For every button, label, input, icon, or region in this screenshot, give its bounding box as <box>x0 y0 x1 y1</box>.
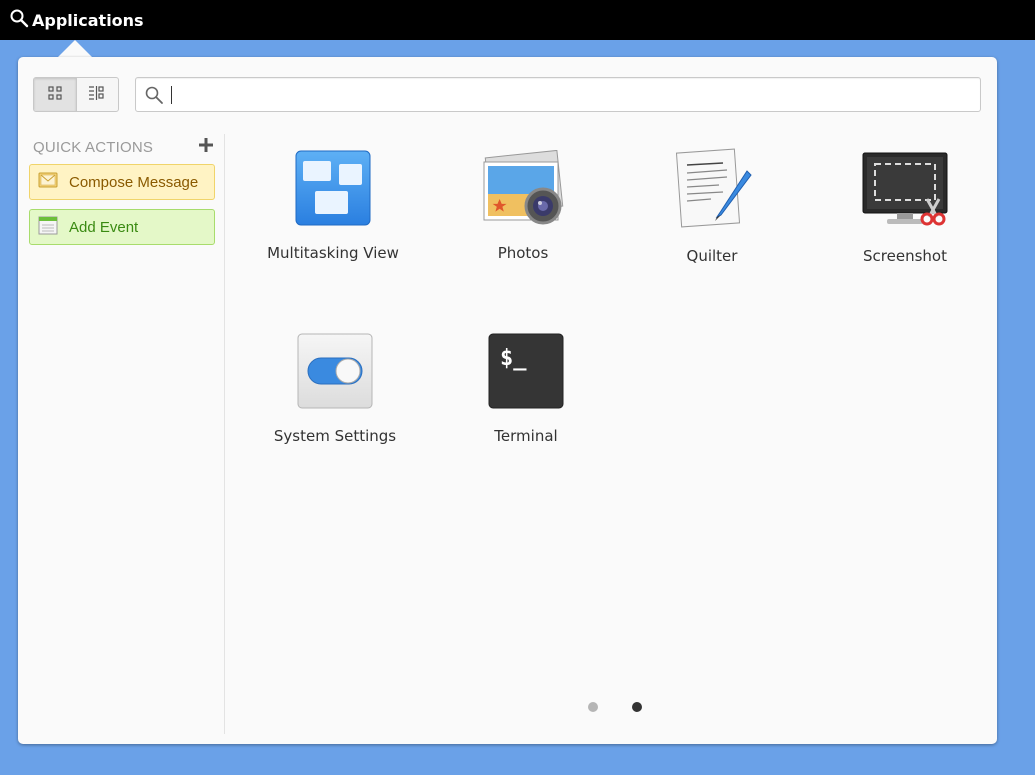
search-icon <box>9 8 29 32</box>
search-field[interactable] <box>135 77 981 112</box>
quick-actions-title: QUICK ACTIONS <box>33 138 154 156</box>
svg-text:$_: $_ <box>500 346 527 371</box>
multitasking-view-icon <box>243 150 423 230</box>
page-indicator-2[interactable] <box>632 702 642 712</box>
app-label: System Settings <box>273 427 397 445</box>
app-label: Multitasking View <box>267 244 399 262</box>
calendar-icon <box>38 215 58 239</box>
app-screenshot[interactable]: Screenshot <box>815 151 995 265</box>
popover-arrow <box>58 40 92 57</box>
applications-menu-label: Applications <box>32 10 144 30</box>
app-system-settings[interactable]: System Settings <box>245 333 425 445</box>
terminal-icon: $_ <box>436 333 616 413</box>
quick-action-label: Compose Message <box>69 173 199 191</box>
screenshot-icon <box>815 151 995 233</box>
view-mode-toggle <box>33 77 119 112</box>
app-label: Quilter <box>686 247 738 265</box>
app-label: Terminal <box>494 427 558 445</box>
app-label: Photos <box>497 244 549 262</box>
applications-popover: QUICK ACTIONS Compose Message Add Event … <box>18 57 997 744</box>
quilter-icon <box>622 147 802 233</box>
text-cursor <box>171 86 172 104</box>
app-quilter[interactable]: Quilter <box>622 147 802 265</box>
applications-menu-button[interactable]: Applications <box>9 8 144 32</box>
app-photos[interactable]: Photos <box>433 149 613 262</box>
quick-action-add-event[interactable]: Add Event <box>29 209 215 245</box>
grid-view-icon <box>47 85 63 105</box>
app-label: Screenshot <box>863 247 947 265</box>
grid-view-button[interactable] <box>34 78 77 111</box>
quick-actions-header: QUICK ACTIONS <box>33 136 215 158</box>
plus-icon[interactable] <box>197 136 215 158</box>
page-indicator-1[interactable] <box>588 702 598 712</box>
category-view-icon <box>88 85 106 105</box>
quick-action-label: Add Event <box>69 218 139 236</box>
photos-icon <box>433 149 613 230</box>
search-input[interactable] <box>170 82 970 107</box>
app-terminal[interactable]: $_ Terminal <box>436 333 616 445</box>
quick-action-compose-message[interactable]: Compose Message <box>29 164 215 200</box>
category-view-button[interactable] <box>77 78 119 111</box>
quick-actions-sidebar: QUICK ACTIONS Compose Message Add Event <box>18 134 225 734</box>
search-icon <box>144 85 164 109</box>
mail-icon <box>38 171 58 193</box>
app-multitasking-view[interactable]: Multitasking View <box>243 150 423 262</box>
system-settings-icon <box>245 333 425 413</box>
top-panel: Applications <box>0 0 1035 40</box>
